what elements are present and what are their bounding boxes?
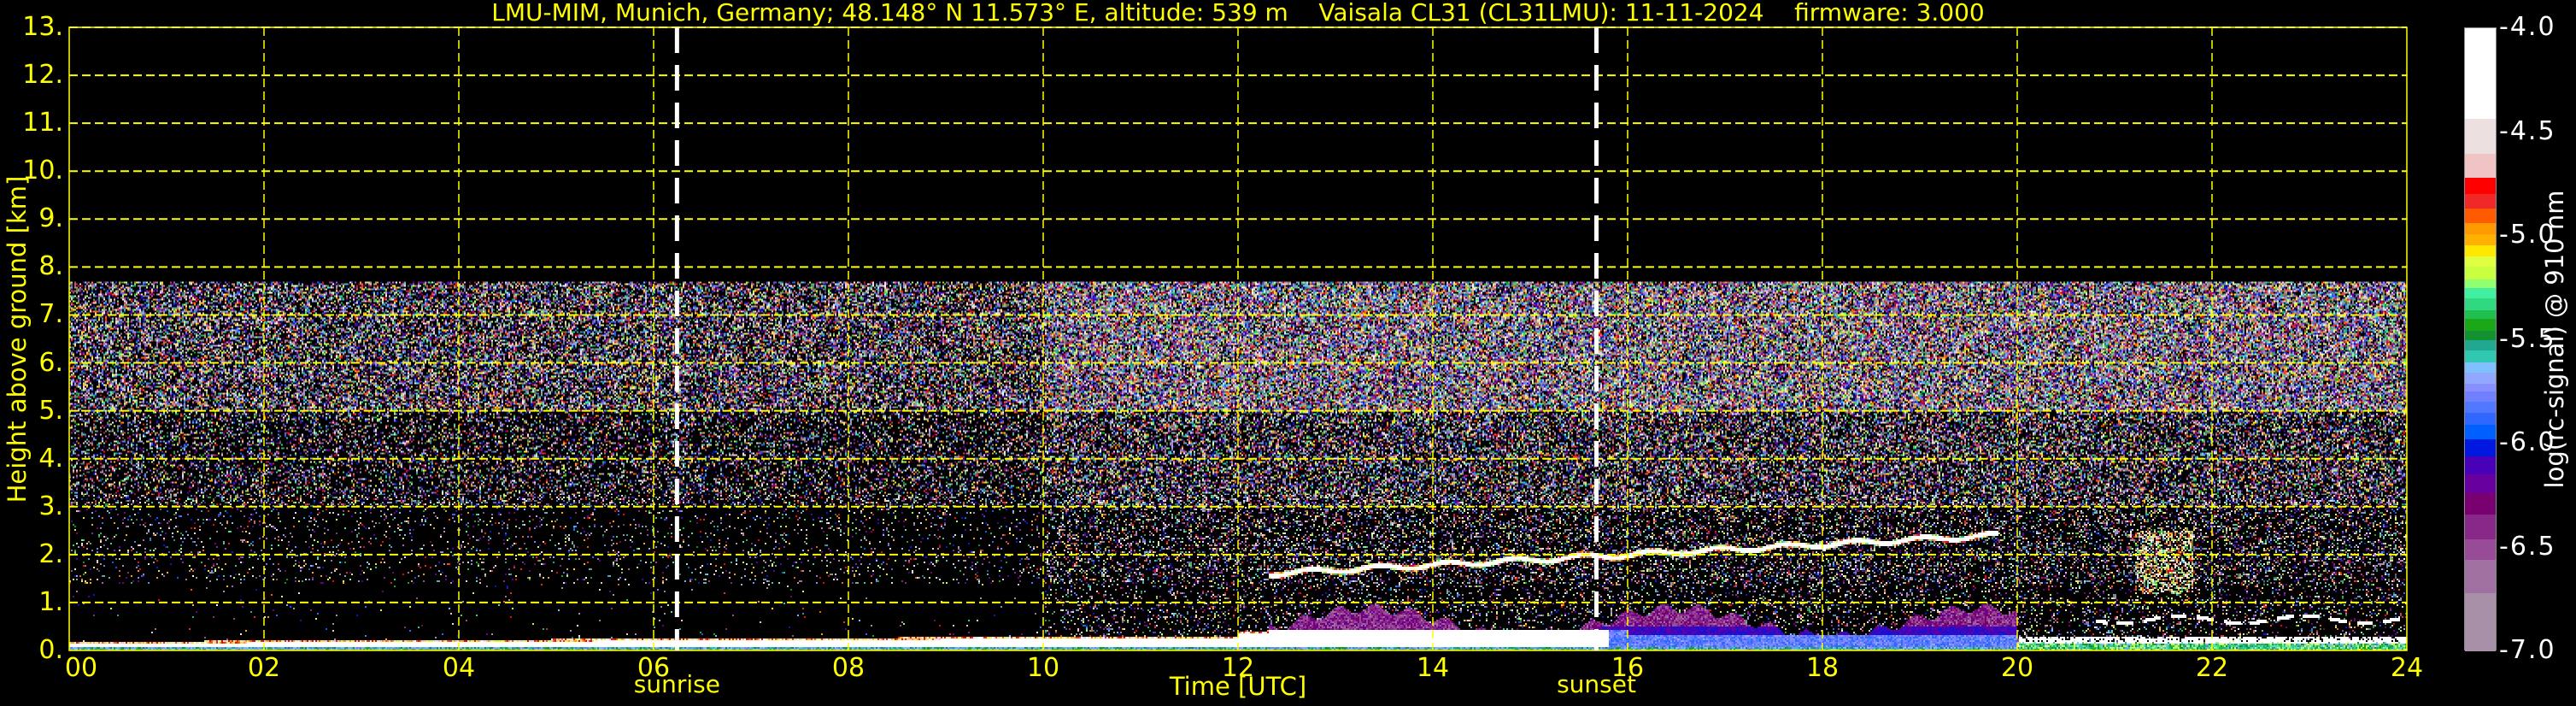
colorbar-segment [2465,383,2496,392]
colorbar-segment [2465,362,2496,374]
colorbar-segment [2465,412,2496,426]
x-tick-label: 04 [442,653,476,683]
colorbar-segment [2465,373,2496,385]
x-tick-label: 02 [247,653,281,683]
colorbar-segment [2465,177,2496,195]
x-tick-label: 24 [2390,653,2424,683]
y-tick-label: 8. [38,251,63,282]
colorbar-segment [2465,297,2496,311]
colorbar-segment [2465,222,2496,235]
colorbar-segment [2465,350,2496,363]
colorbar-segment [2465,267,2496,280]
x-tick-label: 10 [1026,653,1060,683]
y-tick-label: 11. [22,108,63,138]
x-tick-label: 00 [64,653,98,683]
colorbar-tick-label: -7.0 [2499,635,2556,665]
colorbar-segment [2465,456,2496,475]
colorbar-segment [2465,287,2496,299]
backscatter-heatmap [68,26,2408,651]
y-tick-label: 10. [22,156,63,186]
colorbar-segment [2465,402,2496,414]
colorbar-segment [2465,391,2496,403]
colorbar-segment [2465,339,2496,351]
colorbar-segment [2465,514,2496,540]
y-tick-label: 12. [22,60,63,91]
colorbar-segment [2465,560,2496,594]
y-tick-label: 4. [38,443,63,474]
colorbar-segment [2465,331,2496,340]
colorbar-tick-label: -6.5 [2499,531,2556,562]
sunset-label: sunset [1557,670,1636,698]
colorbar-segment [2465,493,2496,515]
y-tick-label: 7. [38,299,63,330]
colorbar-segment [2465,28,2496,120]
colorbar-segment [2465,538,2496,561]
colorbar-segment [2465,279,2496,289]
x-tick-label: 08 [831,653,866,683]
colorbar-segment [2465,154,2496,179]
y-tick-label: 3. [38,491,63,521]
colorbar-label: log(rc-signal) @ 910 nm [2540,190,2569,489]
y-tick-label: 1. [38,586,63,617]
colorbar-segment [2465,309,2496,320]
chart-title: LMU-MIM, Munich, Germany; 48.148° N 11.5… [491,0,1985,26]
x-tick-label: 20 [2000,653,2034,683]
colorbar-segment [2465,425,2496,440]
colorbar-segment [2465,474,2496,494]
colorbar-tick-label: -4.5 [2499,115,2556,146]
colorbar-segment [2465,592,2496,652]
x-tick-label: 18 [1805,653,1840,683]
colorbar-segment [2465,119,2496,155]
colorbar-segment [2465,233,2496,246]
colorbar-tick-label: -4.0 [2499,12,2556,42]
x-tick-label: 14 [1416,653,1450,683]
x-tick-label: 22 [2195,653,2229,683]
colorbar-segment [2465,256,2496,268]
y-tick-label: 13. [22,12,63,42]
colorbar [2464,27,2497,652]
colorbar-segment [2465,194,2496,209]
y-tick-label: 0. [38,635,63,665]
grid-overlay [68,26,2408,651]
y-tick-label: 5. [38,395,63,426]
colorbar-segment [2465,209,2496,224]
colorbar-segment [2465,244,2496,257]
colorbar-segment [2465,439,2496,457]
sunrise-label: sunrise [633,670,720,698]
y-tick-label: 2. [38,538,63,569]
x-axis-label: Time [UTC] [1169,672,1307,701]
y-tick-label: 6. [38,347,63,378]
colorbar-segment [2465,319,2496,332]
y-tick-label: 9. [38,203,63,234]
